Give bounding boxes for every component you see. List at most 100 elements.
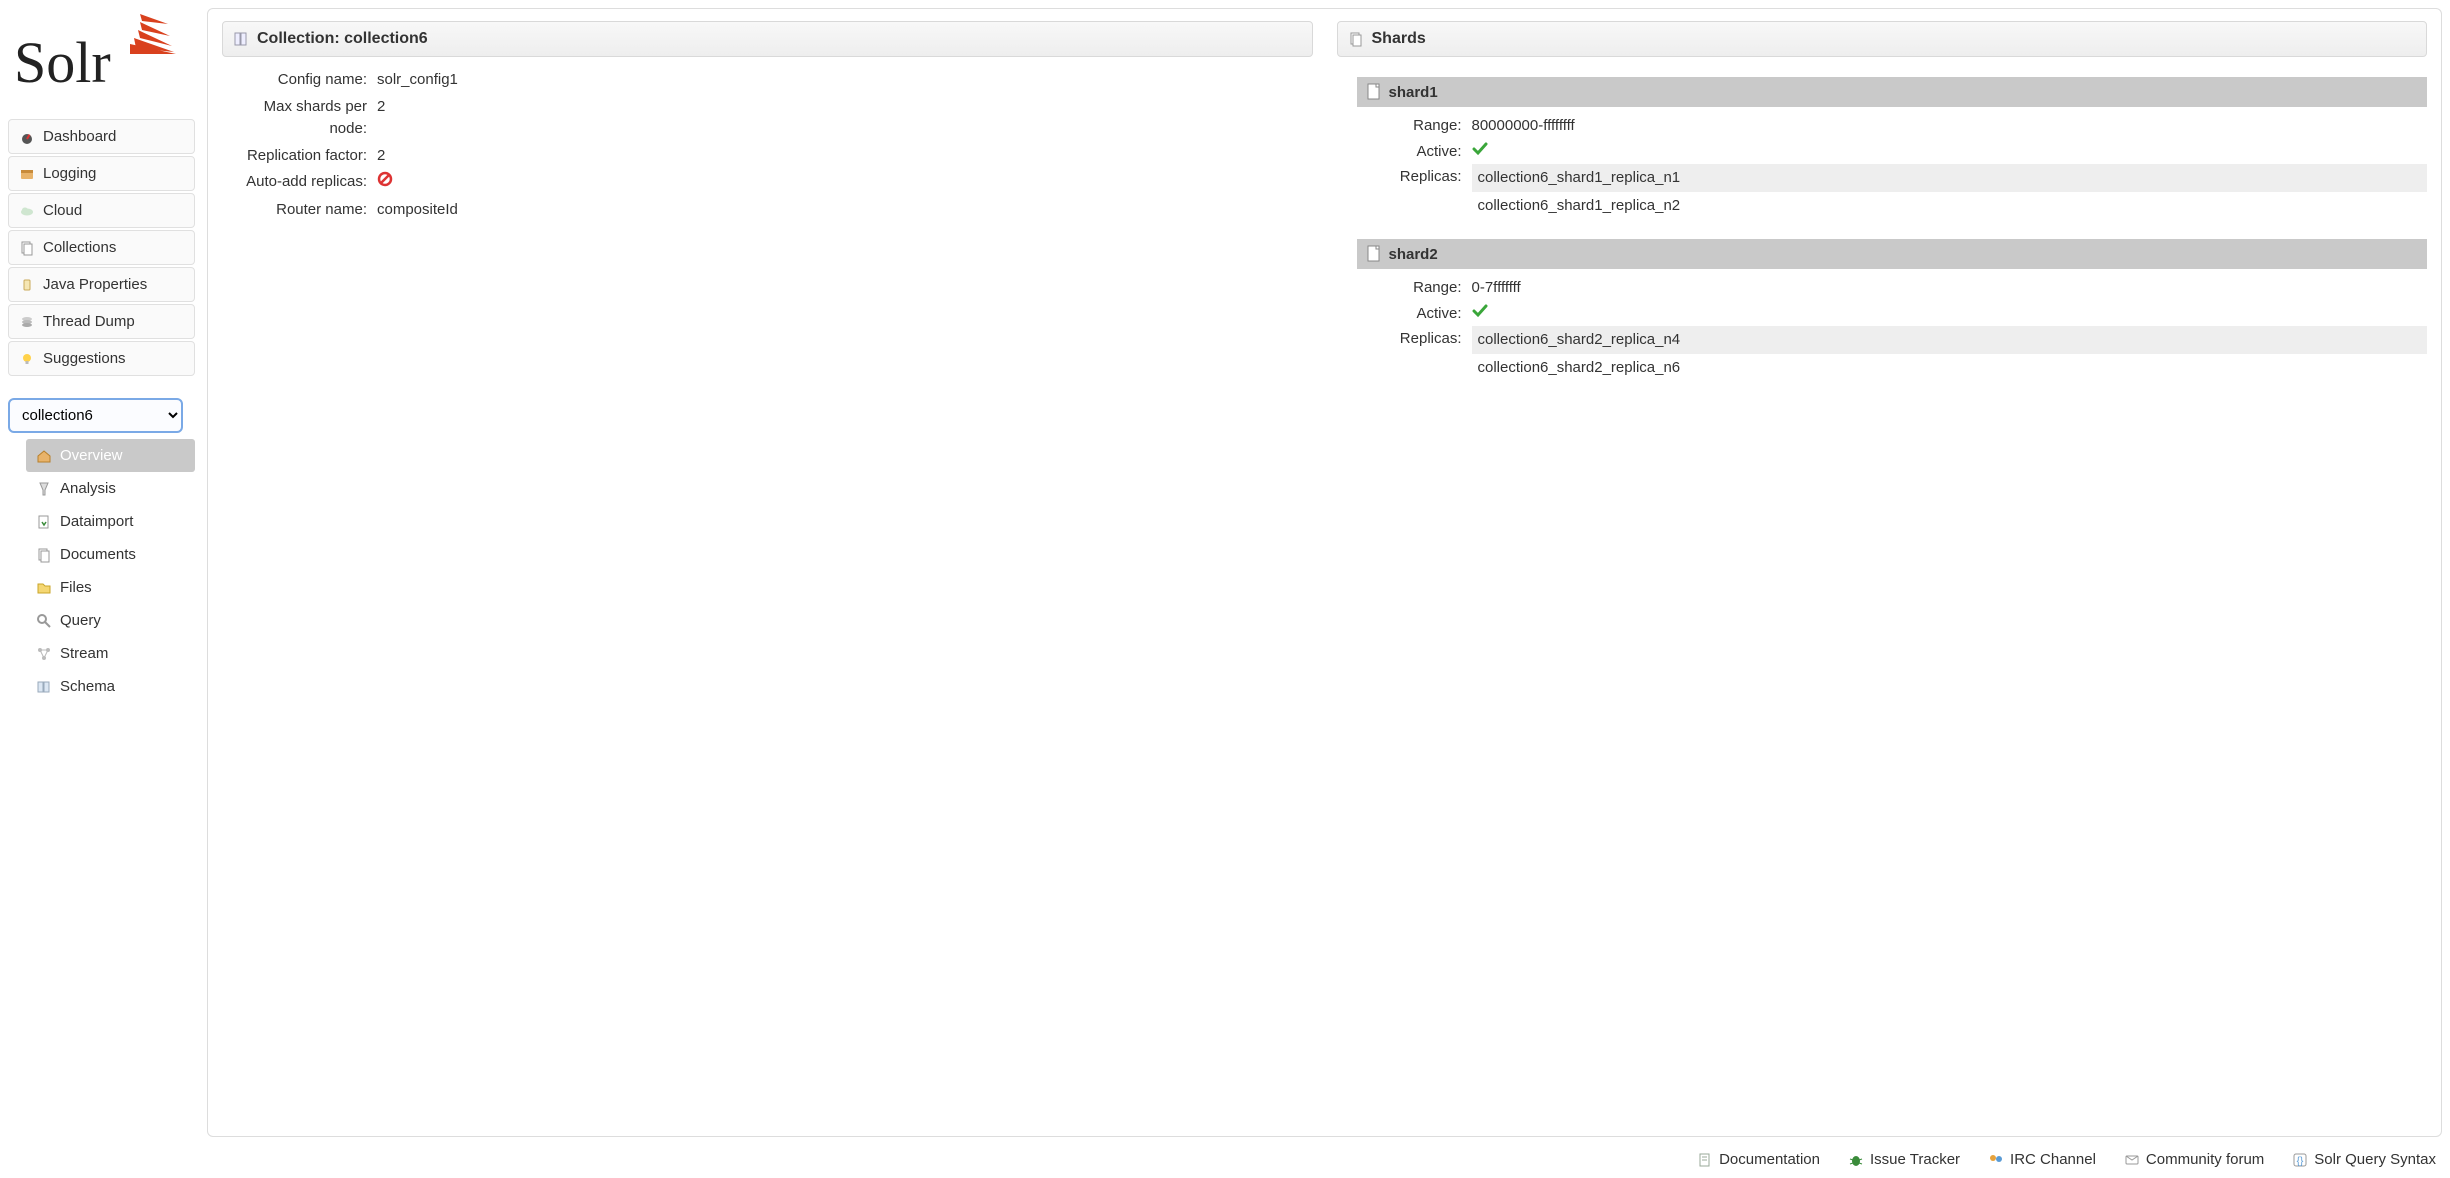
- prop-value: 2: [377, 96, 1313, 141]
- shard-prop-value: [1472, 139, 2428, 165]
- prop-value: solr_config1: [377, 69, 1313, 92]
- shard-prop-label: Active:: [1357, 139, 1472, 165]
- shard-header[interactable]: shard2: [1357, 239, 2428, 269]
- cloud-icon: [19, 203, 35, 219]
- analysis-icon: [36, 481, 52, 497]
- subnav-files[interactable]: Files: [26, 571, 195, 604]
- shard-prop-value: collection6_shard1_replica_n1collection6…: [1472, 164, 2428, 219]
- forum-icon: [2124, 1152, 2140, 1168]
- nav-collections[interactable]: Collections: [8, 230, 195, 265]
- prop-auto-add-replicas: Auto-add replicas:: [222, 169, 1313, 197]
- core-selector: collection6: [8, 398, 195, 433]
- prop-label: Replication factor:: [222, 145, 377, 168]
- document-icon: [1367, 245, 1381, 263]
- core-select[interactable]: collection6: [8, 398, 183, 433]
- footer-irc-channel[interactable]: IRC Channel: [1988, 1151, 2096, 1168]
- prop-max-shards: Max shards per node:2: [222, 94, 1313, 143]
- subnav-label: Schema: [60, 678, 115, 695]
- subnav-dataimport[interactable]: Dataimport: [26, 505, 195, 538]
- documents-icon: [1348, 31, 1364, 47]
- sidebar: Solr Dashboard Logging Cloud Collections…: [0, 0, 195, 1178]
- shard-range: Range:0-7fffffff: [1357, 275, 2428, 301]
- shards-panel-title: Shards: [1372, 30, 1426, 48]
- shard-prop-value: collection6_shard2_replica_n4collection6…: [1472, 326, 2428, 381]
- shard-replicas: Replicas:collection6_shard1_replica_n1co…: [1357, 164, 2428, 219]
- prop-router-name: Router name:compositeId: [222, 197, 1313, 224]
- footer-issue-tracker[interactable]: Issue Tracker: [1848, 1151, 1960, 1168]
- dataimport-icon: [36, 514, 52, 530]
- collections-icon: [19, 240, 35, 256]
- footer-community-forum[interactable]: Community forum: [2124, 1151, 2264, 1168]
- collection-panel-title: Collection: collection6: [257, 30, 428, 48]
- footer-links: Documentation Issue Tracker IRC Channel …: [207, 1137, 2442, 1178]
- shard-block: shard2 Range:0-7fffffffActive:Replicas:co…: [1357, 239, 2428, 381]
- footer-label: Documentation: [1719, 1151, 1820, 1168]
- subnav-label: Overview: [60, 447, 123, 464]
- shard-body: Range:0-7fffffffActive:Replicas:collecti…: [1357, 269, 2428, 381]
- replica-list: collection6_shard2_replica_n4collection6…: [1472, 326, 2428, 381]
- shard-name: shard2: [1389, 246, 1438, 263]
- shard-active: Active:: [1357, 301, 2428, 327]
- subnav-label: Stream: [60, 645, 108, 662]
- document-icon: [1367, 83, 1381, 101]
- svg-text:Solr: Solr: [14, 30, 111, 94]
- nav-label: Dashboard: [43, 128, 116, 145]
- prop-value: 2: [377, 145, 1313, 168]
- subnav-label: Query: [60, 612, 101, 629]
- collection-panel-header: Collection: collection6: [222, 21, 1313, 57]
- suggestions-icon: [19, 351, 35, 367]
- subnav-label: Files: [60, 579, 92, 596]
- replica-item[interactable]: collection6_shard1_replica_n2: [1472, 192, 2428, 220]
- logging-icon: [19, 166, 35, 182]
- shard-replicas: Replicas:collection6_shard2_replica_n4co…: [1357, 326, 2428, 381]
- overview-icon: [36, 448, 52, 464]
- subnav-label: Documents: [60, 546, 136, 563]
- footer-documentation[interactable]: Documentation: [1697, 1151, 1820, 1168]
- documents-icon: [36, 547, 52, 563]
- subnav-overview[interactable]: Overview: [26, 439, 195, 472]
- prop-label: Config name:: [222, 69, 377, 92]
- java-properties-icon: [19, 277, 35, 293]
- shard-prop-label: Active:: [1357, 301, 1472, 327]
- shard-prop-value: 0-7fffffff: [1472, 275, 2428, 301]
- footer-label: IRC Channel: [2010, 1151, 2096, 1168]
- check-icon: [1472, 305, 1488, 322]
- collection-properties: Config name:solr_config1 Max shards per …: [222, 67, 1313, 223]
- query-icon: [36, 613, 52, 629]
- book-icon: [233, 31, 249, 47]
- footer-solr-query-syntax[interactable]: {}Solr Query Syntax: [2292, 1151, 2436, 1168]
- prop-replication-factor: Replication factor:2: [222, 143, 1313, 170]
- shards-panel-header: Shards: [1337, 21, 2428, 57]
- replica-item[interactable]: collection6_shard2_replica_n6: [1472, 354, 2428, 382]
- nav-java-properties[interactable]: Java Properties: [8, 267, 195, 302]
- collection-panel: Collection: collection6 Config name:solr…: [222, 21, 1313, 1124]
- replica-item[interactable]: collection6_shard1_replica_n1: [1472, 164, 2428, 192]
- solr-logo: Solr: [10, 12, 195, 99]
- subnav-documents[interactable]: Documents: [26, 538, 195, 571]
- subnav-schema[interactable]: Schema: [26, 670, 195, 703]
- check-icon: [1472, 143, 1488, 160]
- replica-item[interactable]: collection6_shard2_replica_n4: [1472, 326, 2428, 354]
- subnav-label: Dataimport: [60, 513, 133, 530]
- nav-logging[interactable]: Logging: [8, 156, 195, 191]
- syntax-icon: {}: [2292, 1152, 2308, 1168]
- shard-active: Active:: [1357, 139, 2428, 165]
- nav-suggestions[interactable]: Suggestions: [8, 341, 195, 376]
- prop-label: Max shards per node:: [222, 96, 377, 141]
- primary-nav: Dashboard Logging Cloud Collections Java…: [8, 119, 195, 376]
- subnav-analysis[interactable]: Analysis: [26, 472, 195, 505]
- schema-icon: [36, 679, 52, 695]
- nav-label: Cloud: [43, 202, 82, 219]
- subnav-query[interactable]: Query: [26, 604, 195, 637]
- subnav-stream[interactable]: Stream: [26, 637, 195, 670]
- shard-prop-value: [1472, 301, 2428, 327]
- subnav-label: Analysis: [60, 480, 116, 497]
- nav-dashboard[interactable]: Dashboard: [8, 119, 195, 154]
- nav-thread-dump[interactable]: Thread Dump: [8, 304, 195, 339]
- files-icon: [36, 580, 52, 596]
- nav-cloud[interactable]: Cloud: [8, 193, 195, 228]
- shard-block: shard1Range:80000000-ffffffffActive:Repl…: [1357, 77, 2428, 219]
- shard-header[interactable]: shard1: [1357, 77, 2428, 107]
- irc-icon: [1988, 1152, 2004, 1168]
- shard-name: shard1: [1389, 84, 1438, 101]
